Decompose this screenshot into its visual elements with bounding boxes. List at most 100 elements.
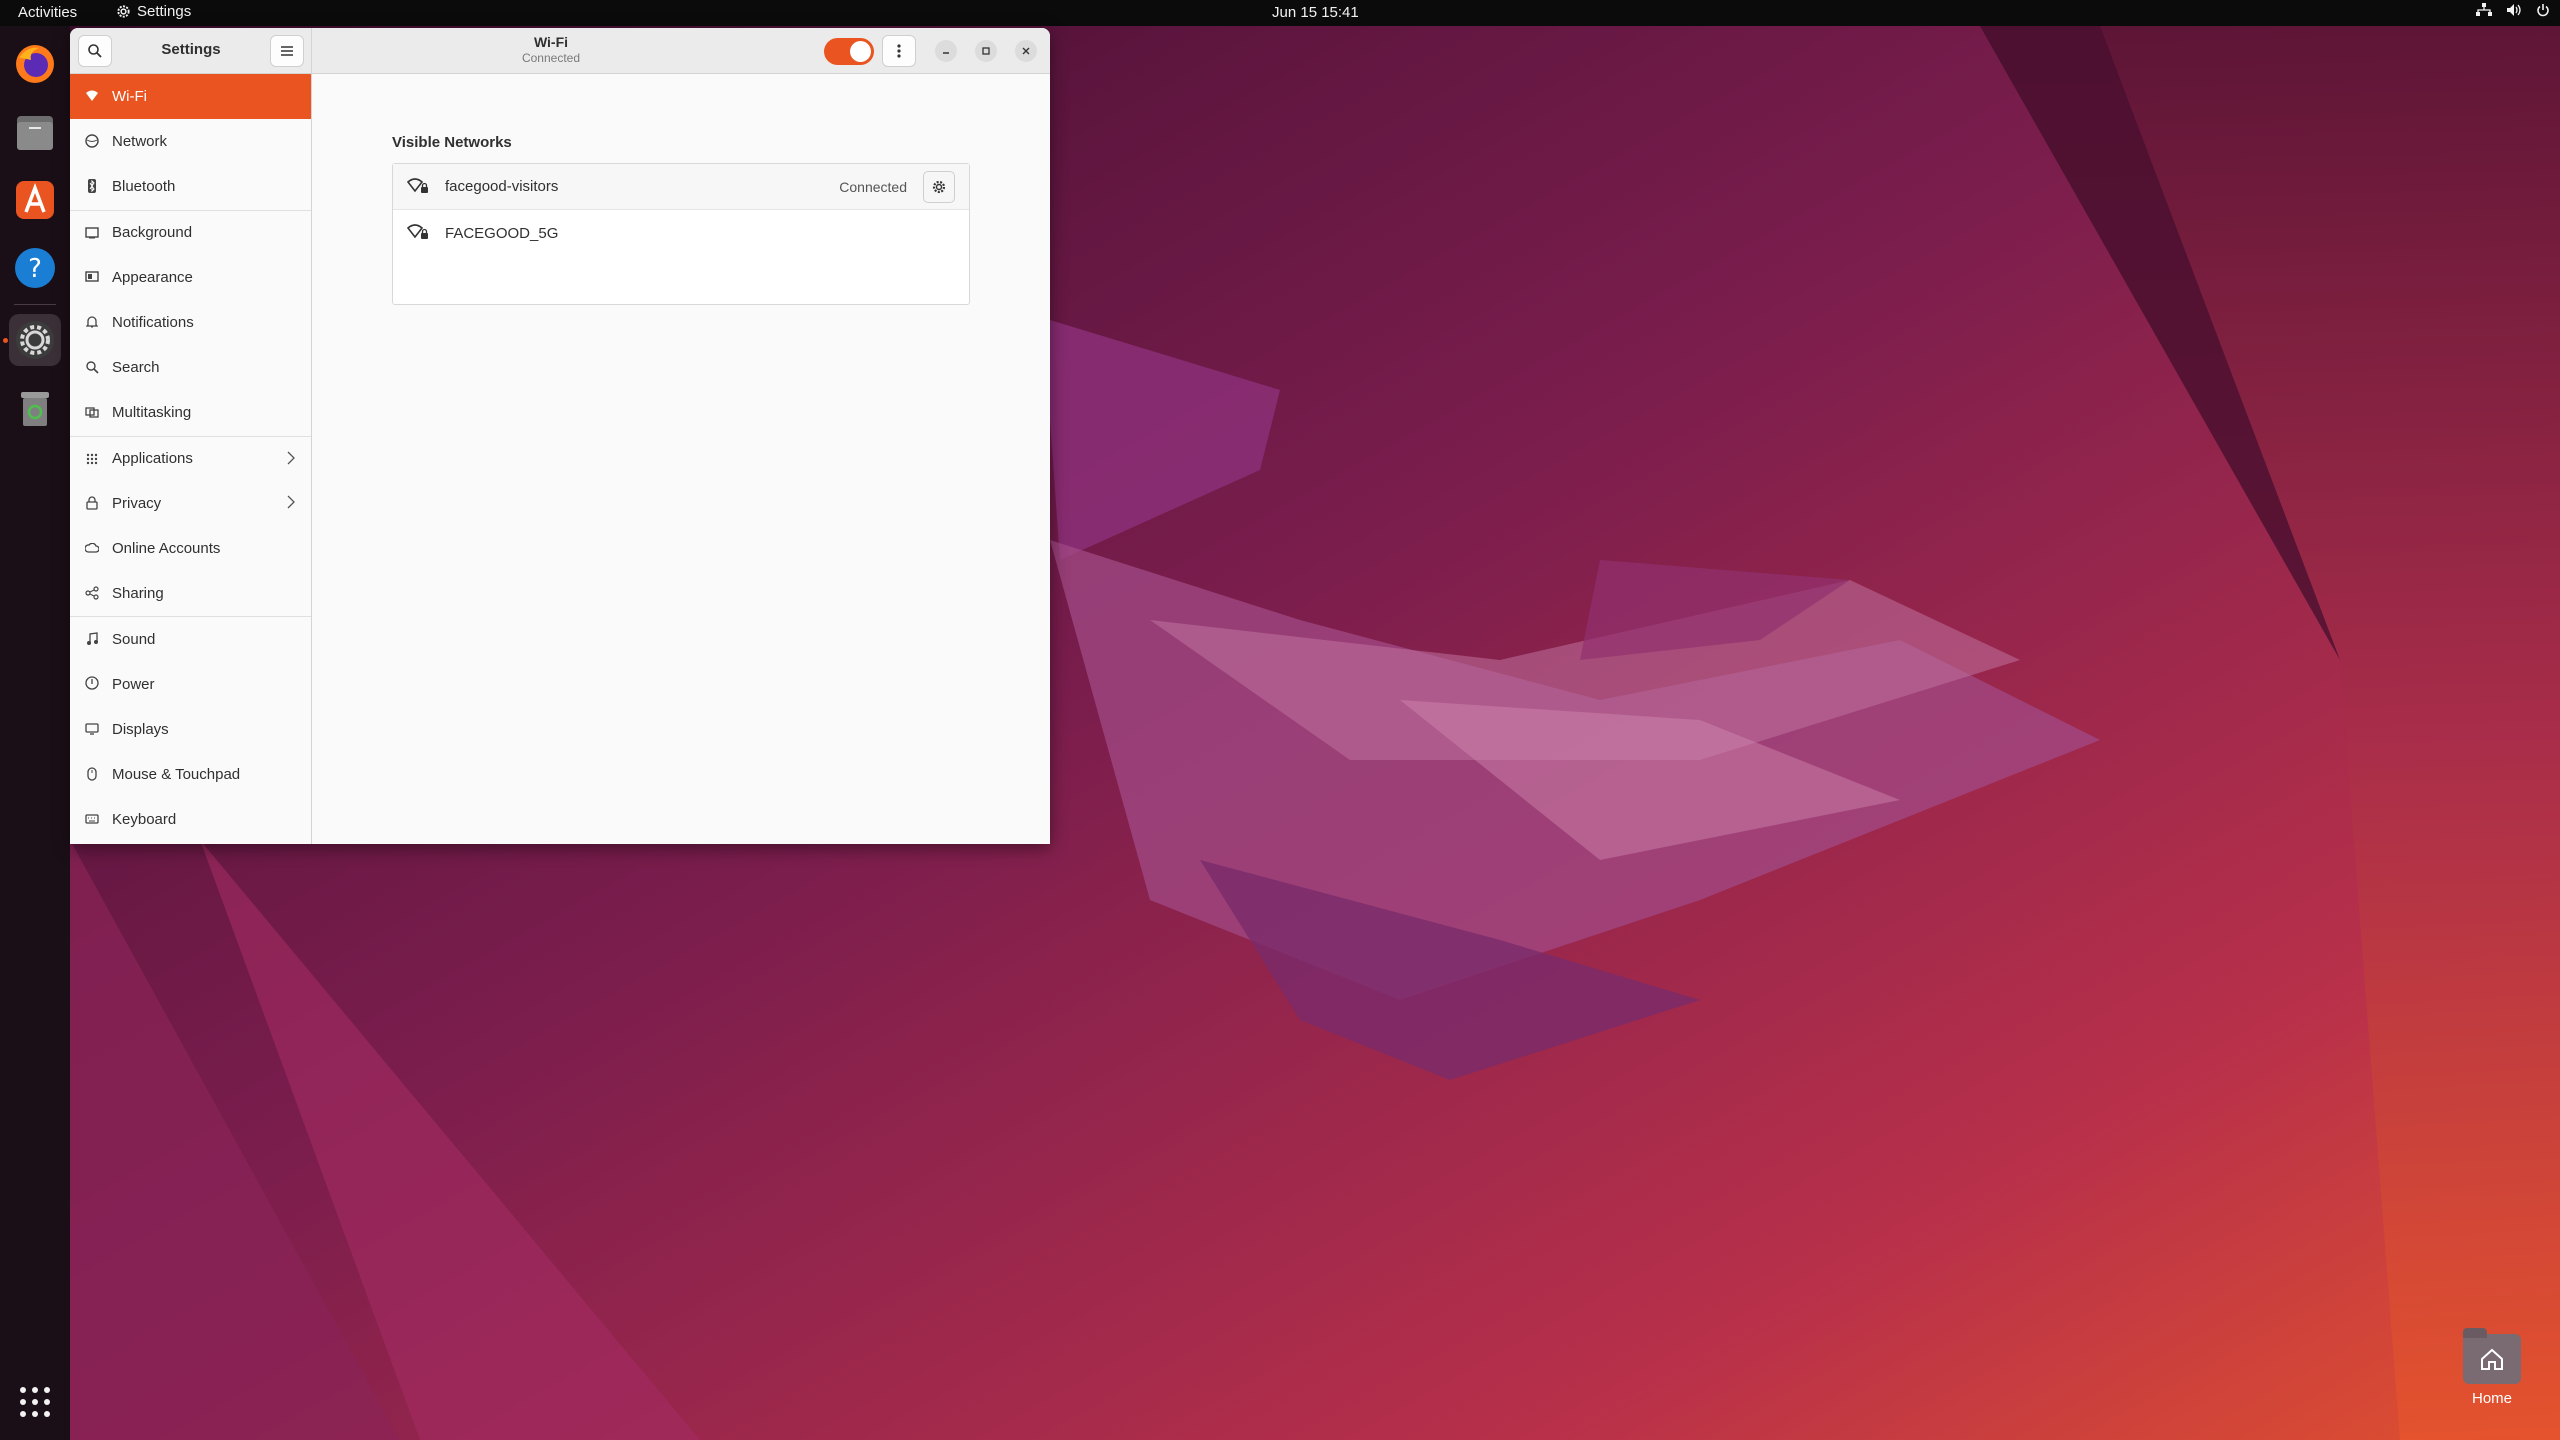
firefox-launcher[interactable]	[9, 38, 61, 90]
sidebar-item-label: Multitasking	[112, 404, 192, 422]
sidebar-item-label: Keyboard	[112, 811, 177, 829]
share-icon	[84, 585, 100, 601]
help-icon: ?	[15, 248, 55, 288]
mouse-icon	[84, 766, 100, 782]
music-note-icon	[84, 631, 100, 647]
network-ssid: facegood-visitors	[445, 178, 559, 195]
visible-networks-heading: Visible Networks	[392, 134, 512, 151]
app-menu[interactable]: Settings	[116, 3, 191, 20]
activities-button[interactable]: Activities	[18, 4, 77, 21]
wifi-toggle[interactable]	[824, 38, 874, 65]
minimize-button[interactable]	[935, 40, 957, 62]
sidebar-item-privacy[interactable]: Privacy	[70, 481, 311, 526]
sidebar-item-label: Sharing	[112, 585, 164, 603]
top-bar: Activities Settings Jun 15 15:41	[0, 0, 2560, 26]
grid-icon	[84, 451, 100, 467]
settings-launcher[interactable]	[9, 314, 61, 366]
svg-text:?: ?	[28, 254, 42, 284]
system-tray[interactable]	[2476, 3, 2550, 17]
minimize-icon	[943, 52, 949, 54]
bluetooth-icon	[84, 178, 100, 194]
show-apps-button[interactable]	[9, 1376, 61, 1428]
files-icon	[17, 116, 53, 150]
power-icon	[2537, 4, 2549, 17]
hamburger-icon	[281, 46, 293, 56]
sidebar-item-power[interactable]: Power	[70, 661, 311, 706]
sidebar-item-online-accounts[interactable]: Online Accounts	[70, 526, 311, 571]
network-settings-button[interactable]	[923, 171, 955, 203]
sidebar-item-label: Appearance	[112, 268, 193, 286]
firefox-icon	[16, 45, 54, 83]
app-center-launcher[interactable]	[9, 174, 61, 226]
sidebar-item-label: Sound	[112, 630, 156, 648]
maximize-icon	[982, 47, 990, 55]
page-subtitle: Connected	[521, 51, 581, 65]
sidebar-item-label: Applications	[112, 450, 193, 468]
sidebar-item-label: Network	[112, 133, 168, 151]
wifi-secure-icon	[406, 178, 431, 198]
sidebar-item-keyboard[interactable]: Keyboard	[70, 797, 311, 842]
page-title: Wi-Fi	[533, 34, 569, 50]
sidebar-item-label: Notifications	[112, 314, 194, 332]
help-launcher[interactable]: ?	[9, 242, 61, 294]
power-icon	[84, 675, 100, 691]
sidebar-item-network[interactable]: Network	[70, 119, 311, 164]
running-indicator	[3, 338, 8, 343]
files-launcher[interactable]	[9, 106, 61, 158]
settings-sidebar: Wi-Fi Network Bluetooth Background Appea…	[70, 74, 312, 844]
sidebar-item-mouse-touchpad[interactable]: Mouse & Touchpad	[70, 752, 311, 797]
wifi-options-button[interactable]	[882, 35, 916, 67]
page-title-block: Wi-Fi Connected	[312, 33, 790, 65]
network-ssid: FACEGOOD_5G	[445, 224, 559, 242]
keyboard-icon	[84, 811, 100, 827]
sidebar-item-multitasking[interactable]: Multitasking	[70, 390, 311, 435]
sidebar-item-label: Wi-Fi	[112, 88, 147, 106]
maximize-button[interactable]	[975, 40, 997, 62]
network-row[interactable]: FACEGOOD_5G	[393, 210, 969, 256]
trash-launcher[interactable]	[9, 382, 61, 434]
sidebar-item-displays[interactable]: Displays	[70, 707, 311, 752]
display-icon	[84, 721, 100, 737]
close-icon	[1022, 47, 1030, 55]
multitasking-icon	[84, 404, 100, 420]
dock: ?	[0, 26, 70, 1440]
main-menu-button[interactable]	[270, 35, 304, 67]
volume-icon	[2507, 4, 2521, 16]
sidebar-item-appearance[interactable]: Appearance	[70, 255, 311, 300]
sidebar-item-sharing[interactable]: Sharing	[70, 571, 311, 616]
search-icon	[84, 359, 100, 375]
sidebar-item-label: Power	[112, 675, 155, 693]
home-label: Home	[2471, 1390, 2512, 1407]
header-bar: Settings Wi-Fi Connected	[70, 28, 1050, 74]
chevron-right-icon	[287, 451, 295, 469]
network-row[interactable]: facegood-visitors Connected	[393, 164, 969, 210]
sidebar-item-bluetooth[interactable]: Bluetooth	[70, 164, 311, 209]
sidebar-item-label: Online Accounts	[112, 539, 221, 557]
clock[interactable]: Jun 15 15:41	[1272, 4, 1359, 21]
dock-separator	[14, 304, 56, 305]
lock-icon	[84, 495, 100, 511]
home-folder-icon	[2463, 1328, 2521, 1384]
desktop-home-shortcut[interactable]: Home	[2462, 1328, 2522, 1424]
sidebar-item-search[interactable]: Search	[70, 345, 311, 390]
background-icon	[84, 225, 100, 241]
sidebar-item-label: Search	[112, 359, 160, 377]
network-icon	[84, 133, 100, 149]
network-wired-icon	[2476, 3, 2492, 16]
sidebar-item-notifications[interactable]: Notifications	[70, 300, 311, 345]
trash-icon	[21, 392, 49, 426]
app-center-icon	[16, 181, 54, 219]
sidebar-item-background[interactable]: Background	[70, 209, 311, 255]
settings-gear-icon	[117, 5, 130, 18]
sidebar-item-applications[interactable]: Applications	[70, 435, 311, 481]
gear-icon	[932, 180, 946, 194]
sidebar-item-sound[interactable]: Sound	[70, 616, 311, 661]
sidebar-item-label: Mouse & Touchpad	[112, 765, 241, 783]
settings-window: Settings Wi-Fi Connected Wi-Fi Network B…	[70, 28, 1050, 844]
sidebar-item-wifi[interactable]: Wi-Fi	[70, 74, 311, 120]
vertical-dots-icon	[897, 44, 901, 58]
close-button[interactable]	[1015, 40, 1037, 62]
sidebar-header: Settings	[70, 28, 312, 74]
network-status: Connected	[839, 179, 907, 195]
sidebar-item-label: Displays	[112, 720, 169, 738]
